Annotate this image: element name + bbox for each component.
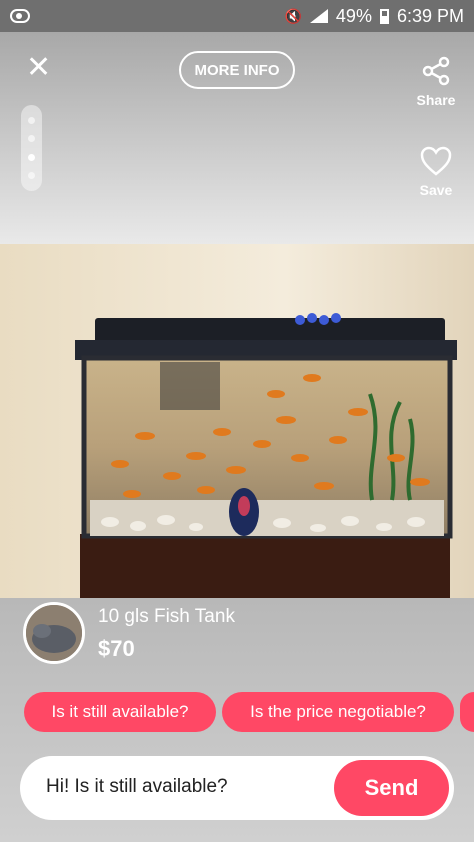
close-icon[interactable]: ✕: [26, 53, 51, 83]
quick-reply-negotiable[interactable]: Is the price negotiable?: [222, 692, 454, 732]
listing-title: 10 gls Fish Tank: [98, 606, 235, 627]
photo-dot[interactable]: [28, 172, 35, 180]
listing-price: $70: [98, 636, 135, 661]
quick-reply-overflow[interactable]: [460, 692, 474, 732]
message-composer: Hi! Is it still available? Send: [20, 756, 454, 820]
fish-tank-image: [0, 244, 474, 598]
battery-percent: 49%: [335, 5, 372, 26]
app-notification-icon: [10, 9, 30, 23]
photo-dot[interactable]: [28, 135, 35, 143]
photo-dot-active[interactable]: [28, 153, 35, 161]
quick-reply-available[interactable]: Is it still available?: [24, 692, 216, 732]
avatar-image: [26, 605, 82, 661]
message-input[interactable]: Hi! Is it still available?: [46, 776, 228, 798]
save-label: Save: [419, 182, 453, 198]
status-bar: 🔇 49% 6:39 PM: [0, 0, 474, 32]
listing-photo[interactable]: [0, 244, 474, 598]
mute-icon: 🔇: [284, 7, 302, 24]
share-button[interactable]: Share: [406, 56, 466, 108]
signal-icon: [309, 9, 328, 23]
battery-icon: [379, 8, 389, 24]
share-icon: [422, 56, 450, 86]
status-time: 6:39 PM: [396, 5, 464, 26]
heart-icon: [420, 146, 452, 176]
status-right: 🔇 49% 6:39 PM: [284, 6, 464, 27]
seller-avatar[interactable]: [23, 602, 85, 664]
photo-dot[interactable]: [28, 116, 35, 124]
photo-pager[interactable]: [21, 105, 42, 191]
save-button[interactable]: Save: [406, 146, 466, 198]
share-label: Share: [416, 92, 456, 108]
send-button[interactable]: Send: [334, 760, 449, 816]
more-info-button[interactable]: MORE INFO: [179, 51, 295, 89]
